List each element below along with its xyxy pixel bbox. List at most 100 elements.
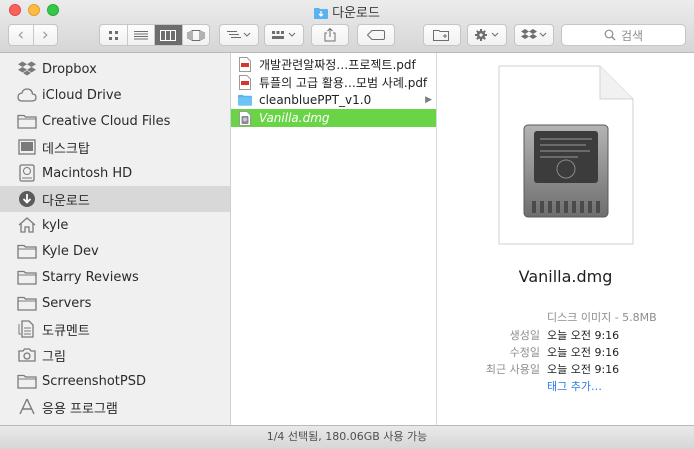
cloud-icon	[17, 85, 37, 105]
group-button[interactable]	[264, 24, 304, 46]
folder-icon	[17, 371, 37, 391]
gear-icon	[475, 29, 499, 41]
finder-window: 다운로드 ‹ › 검색 Dropbox iCloud Drive Creativ…	[0, 0, 694, 449]
folder-icon	[238, 92, 252, 108]
file-name: Vanilla.dmg	[259, 111, 330, 125]
columns-icon	[160, 29, 177, 41]
share-icon	[324, 28, 336, 42]
status-text: 1/4 선택됨, 180.06GB 사용 가능	[266, 430, 428, 443]
new-folder-button[interactable]	[423, 24, 461, 46]
add-tags-link[interactable]: 태그 추가…	[547, 378, 602, 394]
sidebar-item-starry-reviews[interactable]: Starry Reviews	[0, 264, 230, 290]
preview-created-row: 생성일 오늘 오전 9:16	[437, 327, 694, 343]
sidebar-item-label: Kyle Dev	[42, 243, 99, 259]
folder-icon	[17, 293, 37, 313]
file-row[interactable]: 개발관련알짜정…프로젝트.pdf	[231, 55, 436, 73]
file-row[interactable]: 튜플의 고급 활용…모범 사례.pdf	[231, 73, 436, 91]
preview-file-name: Vanilla.dmg	[518, 267, 613, 286]
pdf-icon	[238, 56, 252, 72]
back-forward-control: ‹ ›	[8, 24, 58, 46]
window-title-text: 다운로드	[332, 6, 380, 21]
file-name: 튜플의 고급 활용…모범 사례.pdf	[259, 75, 428, 90]
download-folder-icon	[314, 7, 329, 23]
sidebar-item-creative-cloud-files[interactable]: Creative Cloud Files	[0, 108, 230, 134]
sidebar-item-documents[interactable]: 도큐멘트	[0, 316, 230, 342]
created-value: 오늘 오전 9:16	[547, 329, 620, 342]
sidebar-item-scrreenshotpsd[interactable]: ScrreenshotPSD	[0, 368, 230, 394]
preview-kind-size: 디스크 이미지 - 5.8MB	[547, 311, 657, 324]
created-label: 생성일	[509, 329, 540, 342]
icon-view-button[interactable]	[100, 25, 128, 45]
back-button[interactable]: ‹	[9, 25, 34, 45]
list-view-button[interactable]	[128, 25, 155, 45]
sidebar-item-kyle-dev[interactable]: Kyle Dev	[0, 238, 230, 264]
last-opened-value: 오늘 오전 9:16	[547, 363, 620, 376]
home-icon	[17, 215, 37, 235]
file-name: cleanbluePPT_v1.0	[259, 93, 372, 107]
applications-icon	[17, 397, 37, 417]
file-row[interactable]: cleanbluePPT_v1.0 ▶	[231, 91, 436, 109]
new-folder-icon	[433, 30, 449, 41]
search-input[interactable]: 검색	[561, 24, 686, 46]
sidebar-item-label: Servers	[42, 295, 92, 311]
toolbar: 다운로드 ‹ › 검색	[0, 0, 694, 53]
folder-icon	[17, 267, 37, 287]
pdf-icon	[238, 74, 252, 90]
sidebar: Dropbox iCloud Drive Creative Cloud File…	[0, 53, 231, 425]
sidebar-item-macintosh-hd[interactable]: Macintosh HD	[0, 160, 230, 186]
preview-modified-row: 수정일 오늘 오전 9:16	[437, 344, 694, 360]
sidebar-item-label: Dropbox	[42, 61, 97, 77]
sidebar-item-label: 데스크탑	[42, 141, 90, 157]
sidebar-item-icloud-drive[interactable]: iCloud Drive	[0, 82, 230, 108]
chevron-right-icon: ▶	[425, 95, 432, 105]
arrange-icon	[227, 31, 251, 38]
sidebar-item-pictures[interactable]: 그림	[0, 342, 230, 368]
folder-icon	[17, 111, 37, 131]
disk-image-icon	[498, 65, 634, 245]
cover-flow-icon	[187, 29, 205, 41]
status-bar: 1/4 선택됨, 180.06GB 사용 가능	[0, 425, 694, 449]
cover-flow-button[interactable]	[183, 25, 210, 45]
dmg-icon	[238, 110, 252, 126]
modified-label: 수정일	[509, 346, 540, 359]
file-name: 개발관련알짜정…프로젝트.pdf	[259, 57, 416, 72]
modified-value: 오늘 오전 9:16	[547, 346, 620, 359]
sidebar-item-label: Macintosh HD	[42, 165, 133, 181]
folder-icon	[17, 241, 37, 261]
preview-pane: Vanilla.dmg 디스크 이미지 - 5.8MB 생성일 오늘 오전 9:…	[437, 53, 694, 425]
sidebar-item-label: 그림	[42, 349, 66, 365]
dropbox-menu-button[interactable]	[514, 24, 554, 46]
last-opened-label: 최근 사용일	[485, 363, 540, 376]
tag-button[interactable]	[357, 24, 395, 46]
preview-last-opened-row: 최근 사용일 오늘 오전 9:16	[437, 361, 694, 377]
camera-icon	[17, 345, 37, 365]
arrange-button[interactable]	[219, 24, 259, 46]
sidebar-item-label: ScrreenshotPSD	[42, 373, 146, 389]
document-icon	[17, 319, 37, 339]
sidebar-item-label: Starry Reviews	[42, 269, 139, 285]
harddisk-icon	[17, 163, 37, 183]
forward-button[interactable]: ›	[34, 25, 58, 45]
download-icon	[17, 189, 37, 209]
dropbox-icon	[17, 59, 37, 79]
file-row-selected[interactable]: Vanilla.dmg	[231, 109, 436, 127]
sidebar-item-dropbox[interactable]: Dropbox	[0, 56, 230, 82]
action-button[interactable]	[467, 24, 507, 46]
sidebar-item-label: iCloud Drive	[42, 87, 122, 103]
share-button[interactable]	[311, 24, 349, 46]
sidebar-item-downloads[interactable]: 다운로드	[0, 186, 230, 212]
window-title: 다운로드	[0, 2, 694, 23]
sidebar-item-label: kyle	[42, 217, 69, 233]
sidebar-item-kyle[interactable]: kyle	[0, 212, 230, 238]
sidebar-item-label: 도큐멘트	[42, 323, 90, 339]
sidebar-item-label: 응용 프로그램	[42, 401, 118, 417]
sidebar-item-applications[interactable]: 응용 프로그램	[0, 394, 230, 420]
tag-icon	[367, 30, 385, 40]
sidebar-item-label: Creative Cloud Files	[42, 113, 171, 129]
sidebar-item-desktop[interactable]: 데스크탑	[0, 134, 230, 160]
file-column: 개발관련알짜정…프로젝트.pdf 튜플의 고급 활용…모범 사례.pdf cle…	[231, 53, 437, 425]
column-view-button[interactable]	[155, 25, 183, 45]
list-icon	[133, 31, 148, 40]
dropbox-icon	[521, 29, 547, 39]
sidebar-item-servers[interactable]: Servers	[0, 290, 230, 316]
